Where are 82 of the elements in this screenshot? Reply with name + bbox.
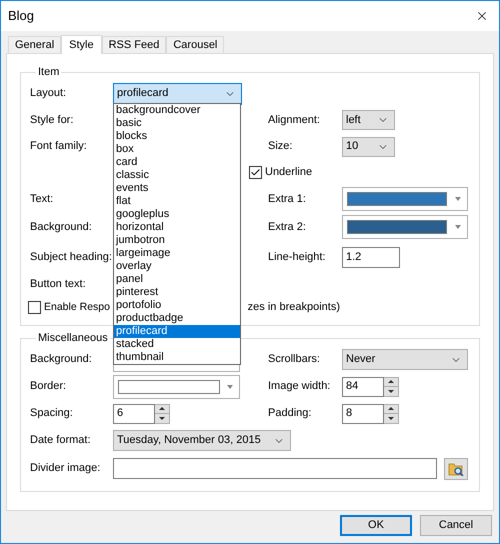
dropdown-option[interactable]: panel xyxy=(114,273,240,286)
field-label: Background: xyxy=(30,220,92,233)
dropdown-option[interactable]: basic xyxy=(114,117,240,130)
caret-icon xyxy=(227,384,233,388)
spin-up-button[interactable] xyxy=(155,404,169,414)
dropdown-option[interactable]: blocks xyxy=(114,130,240,143)
dropdown[interactable]: Tuesday, November 03, 2015 xyxy=(113,430,291,451)
caret-up-icon xyxy=(388,380,394,383)
color-dropdown[interactable] xyxy=(342,215,468,239)
group-title: Item xyxy=(38,66,60,78)
group-title: Miscellaneous xyxy=(38,332,108,344)
field-label: Date format: xyxy=(30,434,91,446)
dropdown-option[interactable]: pinterest xyxy=(114,286,240,299)
dropdown-option[interactable]: card xyxy=(114,156,240,169)
checkbox-label: Enable Respo xyxy=(44,300,110,315)
dropdown-option[interactable]: googleplus xyxy=(114,208,240,221)
check-icon xyxy=(250,167,261,178)
dropdown-option[interactable]: largeimage xyxy=(114,247,240,260)
dropdown-option[interactable]: productbadge xyxy=(114,312,240,325)
field-label: Button text: xyxy=(30,278,86,290)
dropdown[interactable]: left xyxy=(342,110,395,130)
number-field[interactable]: 84 xyxy=(342,376,384,396)
number-field[interactable]: 6 xyxy=(113,404,155,424)
field-label: Layout: xyxy=(30,87,66,100)
dialog-button[interactable]: Cancel xyxy=(420,515,492,536)
checkbox-label: zes in breakpoints) xyxy=(248,300,340,316)
field-label: Scrollbars: xyxy=(268,353,320,366)
caret-icon xyxy=(455,197,461,201)
checkbox-label: Underline xyxy=(265,165,312,180)
dropdown-option[interactable]: backgroundcover xyxy=(114,104,240,117)
tab[interactable]: Style xyxy=(61,35,102,54)
color-dropdown[interactable] xyxy=(113,374,240,398)
spin-up-button[interactable] xyxy=(384,378,398,386)
field-label: Size: xyxy=(268,140,292,152)
dropdown-option[interactable]: overlay xyxy=(114,260,240,273)
field-label: Spacing: xyxy=(30,407,73,420)
tab[interactable]: Carousel xyxy=(166,36,224,53)
tab[interactable]: RSS Feed xyxy=(102,36,166,53)
field-label: Padding: xyxy=(268,407,312,420)
window-title: Blog xyxy=(8,7,34,26)
dialog-button[interactable]: OK xyxy=(340,515,412,536)
number-field[interactable]: 8 xyxy=(342,404,384,424)
folder-search-icon xyxy=(448,462,464,476)
field-label: Image width: xyxy=(268,380,330,392)
field-label: Font family: xyxy=(30,140,87,152)
dropdown-option[interactable]: classic xyxy=(114,169,240,182)
dropdown-option[interactable]: flat xyxy=(114,195,240,208)
caret-up-icon xyxy=(388,407,394,410)
caret-down-icon xyxy=(159,416,165,420)
field-label: Extra 2: xyxy=(268,220,306,233)
field-label: Alignment: xyxy=(268,114,320,126)
dropdown-option[interactable]: profilecard xyxy=(114,325,240,338)
checkbox[interactable] xyxy=(249,166,262,179)
dropdown-option[interactable]: events xyxy=(114,182,240,195)
checkbox[interactable] xyxy=(28,301,41,314)
caret-icon xyxy=(455,225,461,229)
field-label: Text: xyxy=(30,192,54,205)
spin-up-button[interactable] xyxy=(384,404,398,414)
text-field[interactable]: 1.2 xyxy=(342,246,400,268)
field-label: Background: xyxy=(30,353,92,366)
field-label: Style for: xyxy=(30,114,74,126)
browse-button[interactable] xyxy=(444,458,468,480)
field-label: Border: xyxy=(30,380,66,392)
caret-up-icon xyxy=(159,407,165,410)
field-label: Line-height: xyxy=(268,250,326,263)
tab[interactable]: General xyxy=(8,36,62,53)
field-label: Subject heading: xyxy=(30,250,112,263)
caret-down-icon xyxy=(388,416,394,420)
dropdown-option[interactable]: jumbotron xyxy=(114,234,240,247)
color-dropdown[interactable] xyxy=(342,187,468,211)
dropdown-option[interactable]: horizontal xyxy=(114,221,240,234)
field-label: Extra 1: xyxy=(268,192,306,205)
dropdown-option[interactable]: portofolio xyxy=(114,299,240,312)
layout-dropdown[interactable]: profilecard xyxy=(113,82,242,104)
caret-down-icon xyxy=(388,390,394,392)
dropdown-option[interactable]: thumbnail xyxy=(114,351,240,364)
text-field[interactable] xyxy=(113,458,437,479)
dropdown-option[interactable]: stacked xyxy=(114,338,240,351)
field-label: Divider image: xyxy=(30,462,100,474)
dropdown-option[interactable]: box xyxy=(114,143,240,156)
dropdown[interactable]: Never xyxy=(342,349,468,370)
dropdown[interactable]: 10 xyxy=(342,136,395,156)
